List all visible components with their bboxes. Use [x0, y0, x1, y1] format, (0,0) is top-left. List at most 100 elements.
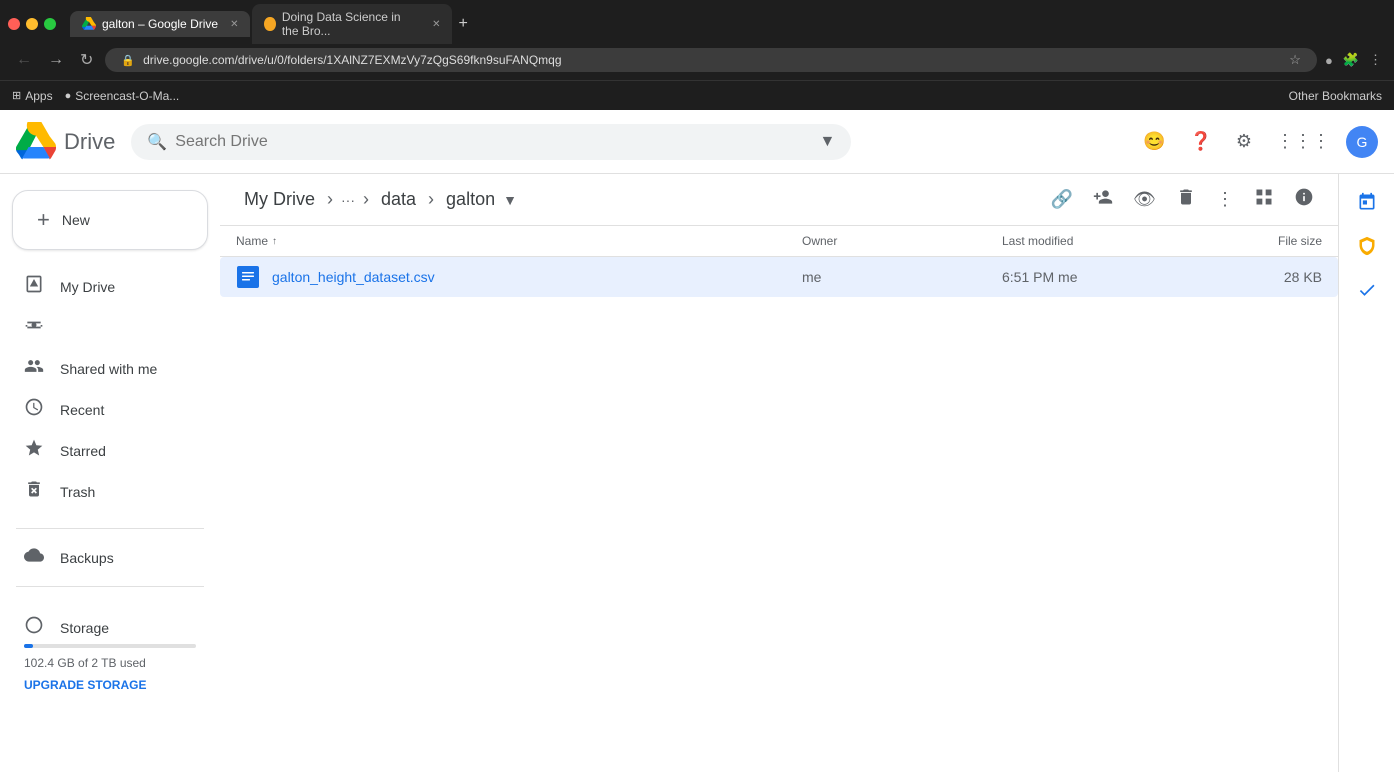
tasks-panel-icon[interactable]: [1347, 226, 1387, 266]
bookmark-apps[interactable]: ⊞ Apps: [12, 89, 53, 103]
sidebar-item-computers[interactable]: [0, 307, 204, 348]
drive-panel-icon[interactable]: [1347, 270, 1387, 310]
tab-bar: galton – Google Drive ✕ Doing Data Scien…: [0, 0, 1394, 40]
share-icon: [1093, 187, 1113, 212]
tab-data-science[interactable]: Doing Data Science in the Bro... ✕: [252, 4, 452, 44]
storage-bar: [24, 644, 196, 648]
my-drive-icon: [24, 274, 44, 299]
drive-header: Drive 🔍 ▼ 😊 ❓ ⚙ ⋮⋮⋮ G: [0, 110, 1394, 174]
sidebar-item-starred[interactable]: Starred: [0, 430, 204, 471]
computers-icon: [24, 315, 44, 340]
extensions-icon[interactable]: 🧩: [1343, 52, 1359, 68]
backups-icon: [24, 545, 44, 570]
star-icon[interactable]: ☆: [1289, 52, 1301, 68]
tab-close-google-drive[interactable]: ✕: [230, 19, 238, 30]
url-bar[interactable]: 🔒 drive.google.com/drive/u/0/folders/1XA…: [105, 48, 1317, 72]
window-close-button[interactable]: [8, 18, 20, 30]
breadcrumb-dropdown-icon[interactable]: ▼: [503, 192, 517, 208]
tab-google-drive[interactable]: galton – Google Drive ✕: [70, 11, 250, 37]
info-button[interactable]: [1286, 179, 1322, 220]
preview-button[interactable]: 👁: [1125, 181, 1164, 218]
screencast-favicon: ●: [65, 90, 72, 102]
breadcrumb-data-label: data: [381, 189, 416, 210]
sidebar-item-trash[interactable]: Trash: [0, 471, 204, 512]
tab-add-button[interactable]: +: [458, 15, 467, 33]
storage-icon: [24, 615, 44, 640]
google-drive-favicon: [82, 17, 96, 31]
bookmark-apps-label: Apps: [25, 89, 52, 103]
address-bar: ← → ↻ 🔒 drive.google.com/drive/u/0/folde…: [0, 40, 1394, 80]
main-content: My Drive › ··· › data › galton ▼ 🔗: [220, 174, 1338, 772]
header-icons: 😊 ❓ ⚙ ⋮⋮⋮ G: [1135, 123, 1378, 160]
sidebar-item-starred-label: Starred: [60, 443, 106, 459]
file-owner: me: [802, 269, 1002, 285]
col-header-name[interactable]: Name ↑: [236, 234, 802, 248]
col-name-label: Name: [236, 234, 268, 248]
other-bookmarks[interactable]: Other Bookmarks: [1289, 89, 1382, 103]
delete-icon: [1176, 187, 1196, 212]
upgrade-storage-button[interactable]: UPGRADE STORAGE: [24, 678, 196, 692]
file-list: Name ↑ Owner Last modified File size: [220, 226, 1338, 772]
back-button[interactable]: ←: [12, 47, 36, 73]
sort-arrow-icon: ↑: [272, 236, 277, 247]
search-dropdown-icon[interactable]: ▼: [820, 133, 836, 151]
search-bar[interactable]: 🔍 ▼: [131, 124, 851, 160]
breadcrumb-galton[interactable]: galton ▼: [438, 185, 525, 214]
delete-button[interactable]: [1168, 179, 1204, 220]
google-apps-button[interactable]: ⋮⋮⋮: [1268, 123, 1338, 160]
sidebar-item-storage[interactable]: Storage: [24, 611, 196, 644]
col-header-modified[interactable]: Last modified: [1002, 234, 1202, 248]
sidebar-item-recent-label: Recent: [60, 402, 104, 418]
calendar-panel-icon[interactable]: [1347, 182, 1387, 222]
trash-icon: [24, 479, 44, 504]
new-button-label: New: [62, 212, 90, 228]
sidebar: + New My Drive: [0, 174, 220, 772]
apps-favicon: ⊞: [12, 89, 21, 102]
table-row[interactable]: galton_height_dataset.csv me 6:51 PM me …: [220, 257, 1338, 297]
help-button[interactable]: ❓: [1181, 123, 1219, 160]
sidebar-item-shared[interactable]: Shared with me: [0, 348, 204, 389]
avatar[interactable]: G: [1346, 126, 1378, 158]
sidebar-item-backups[interactable]: Backups: [0, 537, 204, 578]
more-actions-button[interactable]: ⋮: [1208, 181, 1242, 218]
window-minimize-button[interactable]: [26, 18, 38, 30]
drive-body: + New My Drive: [0, 174, 1394, 772]
search-input[interactable]: [175, 133, 811, 151]
share-button[interactable]: [1085, 179, 1121, 220]
help-icon: ❓: [1189, 131, 1211, 152]
sidebar-item-shared-label: Shared with me: [60, 361, 157, 377]
new-button[interactable]: + New: [12, 190, 208, 250]
forward-button[interactable]: →: [44, 47, 68, 73]
col-modified-label: Last modified: [1002, 234, 1073, 248]
sidebar-item-recent[interactable]: Recent: [0, 389, 204, 430]
right-panel: [1338, 174, 1394, 772]
settings-dots-icon[interactable]: ⋮: [1369, 52, 1382, 68]
col-header-owner[interactable]: Owner: [802, 234, 1002, 248]
feedback-button[interactable]: 😊: [1135, 123, 1173, 160]
preview-icon: 👁: [1133, 189, 1156, 210]
breadcrumb-my-drive[interactable]: My Drive: [236, 185, 323, 214]
storage-text: 102.4 GB of 2 TB used: [24, 656, 196, 670]
bookmark-screencast[interactable]: ● Screencast-O-Ma...: [65, 89, 180, 103]
new-plus-icon: +: [37, 207, 50, 233]
col-header-size[interactable]: File size: [1202, 234, 1322, 248]
breadcrumb-more[interactable]: ···: [337, 188, 359, 212]
sidebar-item-my-drive[interactable]: My Drive: [0, 266, 204, 307]
breadcrumb-data[interactable]: data: [373, 185, 424, 214]
file-name-link[interactable]: galton_height_dataset.csv: [272, 269, 435, 285]
reload-button[interactable]: ↻: [76, 46, 97, 74]
grid-view-button[interactable]: [1246, 179, 1282, 220]
bookmarks-bar: ⊞ Apps ● Screencast-O-Ma... Other Bookma…: [0, 80, 1394, 110]
window-maximize-button[interactable]: [44, 18, 56, 30]
account-icon[interactable]: ●: [1325, 53, 1333, 68]
settings-button[interactable]: ⚙: [1228, 123, 1260, 160]
get-link-button[interactable]: 🔗: [1043, 181, 1081, 218]
address-icons: ● 🧩 ⋮: [1325, 52, 1382, 68]
breadcrumb-galton-label: galton: [446, 189, 495, 210]
tab-close-data-science[interactable]: ✕: [432, 19, 440, 30]
file-size: 28 KB: [1202, 269, 1322, 285]
other-bookmarks-label: Other Bookmarks: [1289, 89, 1382, 103]
tab-data-science-label: Doing Data Science in the Bro...: [282, 10, 420, 38]
recent-icon: [24, 397, 44, 422]
starred-icon: [24, 438, 44, 463]
